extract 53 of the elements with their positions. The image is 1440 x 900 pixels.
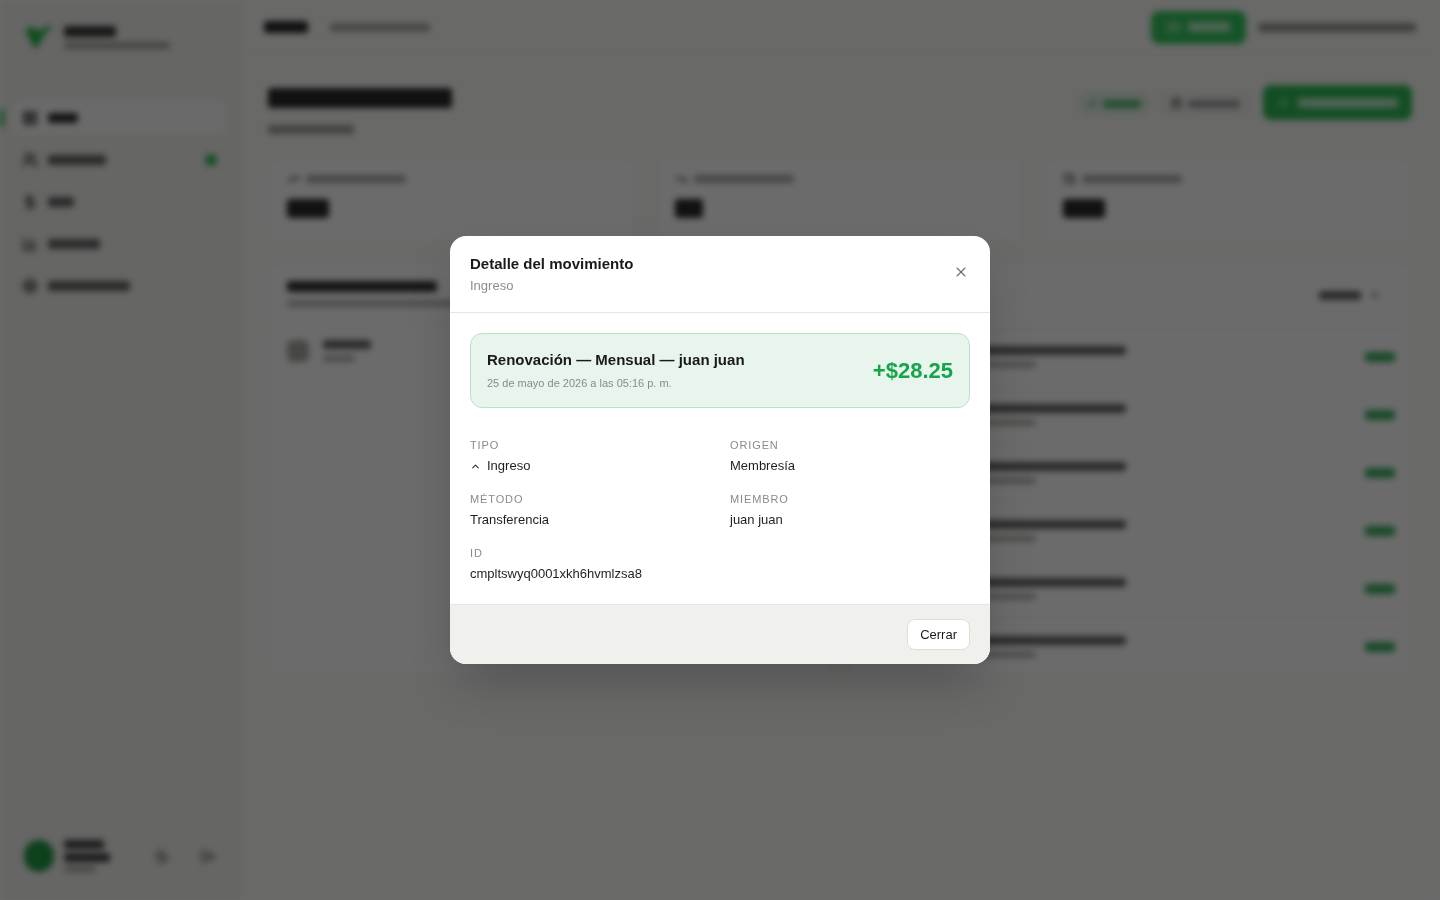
blurred-icon — [1063, 173, 1075, 185]
field-value: cmpltswyq0001xkh6hvmlzsa8 — [470, 565, 643, 583]
blurred-text — [48, 196, 74, 207]
field-label: ID — [470, 546, 484, 560]
blurred-icon — [22, 277, 38, 294]
blurred-icon — [22, 109, 38, 126]
blurred-text — [1365, 583, 1395, 594]
blurred-icon — [287, 340, 309, 362]
blurred-text — [1365, 410, 1395, 421]
dialog-subtitle: Ingreso — [470, 277, 515, 295]
movement-date: 25 de mayo de 2026 a las 05:16 p. m. — [487, 376, 673, 391]
blurred-text — [48, 112, 78, 123]
blurred-text — [264, 21, 308, 33]
blurred-text — [1188, 22, 1230, 32]
dialog-title: Detalle del movimiento — [470, 254, 634, 274]
blurred-icon — [1171, 98, 1182, 109]
close-dialog-button[interactable]: Cerrar — [907, 619, 970, 650]
blurred-icon — [22, 235, 38, 252]
blurred-text — [1063, 199, 1105, 218]
blurred-text — [675, 199, 703, 218]
blurred-text — [64, 25, 116, 37]
field-value: Membresía — [730, 457, 797, 475]
field-label: TIPO — [470, 438, 501, 452]
action-button[interactable] — [1151, 10, 1246, 44]
blurred-text — [63, 853, 110, 862]
blurred-text — [323, 340, 371, 349]
blurred-text — [48, 238, 100, 249]
logo-icon — [24, 24, 54, 50]
blurred-icon[interactable] — [155, 848, 170, 864]
blurred-text — [63, 866, 96, 872]
blurred-text — [1365, 352, 1395, 363]
blurred-text — [1319, 290, 1361, 300]
blurred-icon[interactable] — [201, 848, 215, 864]
movement-amount: +$28.25 — [872, 356, 953, 385]
field-value: juan juan — [730, 511, 784, 529]
blurred-icon — [22, 151, 38, 168]
blurred-text — [287, 199, 329, 218]
field-value: Transferencia — [470, 511, 550, 529]
field-label: MIEMBRO — [730, 492, 790, 506]
action-button[interactable] — [1263, 85, 1412, 120]
field-label: MÉTODO — [470, 492, 525, 506]
blurred-text — [63, 840, 104, 849]
blurred-text — [1365, 468, 1395, 478]
blurred-text — [48, 154, 106, 165]
avatar-icon — [24, 840, 54, 872]
blurred-icon — [22, 193, 38, 210]
blurred-text — [1365, 642, 1395, 653]
field-value: Ingreso — [487, 457, 531, 475]
blurred-text — [1103, 99, 1141, 108]
field-label: ORIGEN — [730, 438, 780, 452]
blurred-text — [1188, 99, 1240, 108]
movement-title: Renovación — Mensual — juan juan — [487, 350, 745, 370]
blurred-text — [1365, 525, 1395, 536]
